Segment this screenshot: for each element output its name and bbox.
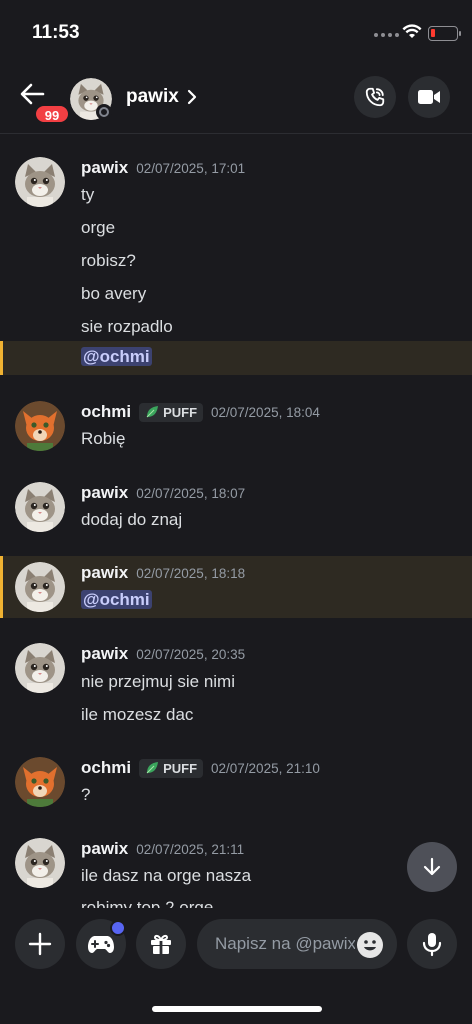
author-name[interactable]: ochmi [81, 758, 131, 778]
gift-icon [151, 934, 171, 954]
author-name[interactable]: pawix [81, 563, 128, 583]
jump-to-latest-button[interactable] [407, 842, 457, 892]
video-call-button[interactable] [408, 76, 450, 118]
kitten-avatar-icon [15, 838, 65, 888]
message-meta: pawix 02/07/2025, 18:18 [81, 563, 245, 583]
message-text[interactable]: ile mozesz dac [81, 705, 193, 725]
message-text[interactable]: dodaj do znaj [81, 510, 182, 530]
voice-call-button[interactable] [354, 76, 396, 118]
arrow-left-icon [20, 83, 45, 105]
message-text[interactable]: @ochmi [81, 347, 152, 367]
message-meta: pawix 02/07/2025, 17:01 [81, 158, 245, 178]
timestamp: 02/07/2025, 18:18 [136, 565, 246, 581]
message-input-placeholder: Napisz na @pawix [215, 934, 355, 953]
timestamp: 02/07/2025, 21:11 [136, 841, 245, 857]
gift-button[interactable] [136, 919, 186, 969]
message-meta: pawix 02/07/2025, 21:11 [81, 839, 244, 859]
leaf-icon [146, 762, 159, 774]
message-input[interactable]: Napisz na @pawix [197, 919, 397, 969]
offline-status-icon [96, 104, 112, 120]
wifi-icon [402, 24, 422, 38]
message-meta: pawix 02/07/2025, 20:35 [81, 644, 245, 664]
gamepad-icon [88, 936, 114, 953]
unread-badge: 99 [34, 104, 70, 124]
user-mention[interactable]: @ochmi [81, 347, 152, 366]
phone-call-icon [365, 87, 385, 107]
message-text[interactable]: ty [81, 185, 94, 205]
message-text[interactable]: ? [81, 785, 90, 805]
message-text[interactable]: robisz? [81, 251, 136, 271]
message-text[interactable]: nie przejmuj sie nimi [81, 672, 235, 692]
message-text[interactable]: bo avery [81, 284, 146, 304]
avatar[interactable] [15, 401, 65, 451]
author-name[interactable]: pawix [81, 839, 128, 859]
emoji-button[interactable] [357, 932, 383, 958]
chevron-right-icon [187, 89, 196, 105]
avatar[interactable] [15, 838, 65, 888]
author-name[interactable]: pawix [81, 483, 128, 503]
plus-icon [28, 932, 52, 956]
avatar[interactable] [15, 643, 65, 693]
message-text[interactable]: Robię [81, 429, 125, 449]
kitten-avatar-icon [15, 157, 65, 207]
message-list[interactable]: pawix 02/07/2025, 17:01 ty orge robisz? … [0, 134, 472, 908]
user-mention[interactable]: @ochmi [81, 590, 152, 609]
message-text[interactable]: robimy top 2 orge [81, 898, 213, 908]
battery-icon [428, 26, 461, 41]
kitten-avatar-icon [15, 482, 65, 532]
message-text[interactable]: @ochmi [81, 590, 152, 610]
composer-bar: Napisz na @pawix [0, 908, 472, 1024]
timestamp: 02/07/2025, 21:10 [211, 760, 320, 776]
avatar[interactable] [15, 562, 65, 612]
author-name[interactable]: pawix [81, 644, 128, 664]
avatar[interactable] [15, 482, 65, 532]
author-name[interactable]: pawix [81, 158, 128, 178]
kitten-avatar-icon [15, 643, 65, 693]
video-camera-icon [418, 90, 440, 104]
kitten-avatar-icon [15, 562, 65, 612]
channel-title-text: pawix [126, 86, 179, 107]
arrow-down-icon [423, 857, 441, 876]
timestamp: 02/07/2025, 20:35 [136, 646, 246, 662]
message-meta: ochmi PUFF 02/07/2025, 21:10 [81, 758, 320, 778]
fox-avatar-icon [15, 757, 65, 807]
mention-highlight [0, 341, 472, 375]
signal-icon [374, 33, 399, 37]
timestamp: 02/07/2025, 17:01 [136, 160, 246, 176]
microphone-icon [422, 933, 442, 957]
status-bar: 11:53 [0, 0, 472, 70]
server-tag[interactable]: PUFF [139, 758, 204, 778]
message-text[interactable]: sie rozpadlo [81, 317, 173, 337]
author-name[interactable]: ochmi [81, 402, 131, 422]
voice-message-button[interactable] [407, 919, 457, 969]
timestamp: 02/07/2025, 18:07 [136, 485, 246, 501]
chat-header: pawix [0, 70, 472, 134]
server-tag-label: PUFF [163, 404, 198, 420]
server-tag[interactable]: PUFF [139, 402, 204, 422]
notification-dot [110, 920, 126, 936]
server-tag-label: PUFF [163, 760, 198, 776]
avatar[interactable] [15, 757, 65, 807]
leaf-icon [146, 406, 159, 418]
message-text[interactable]: ile dasz na orge nasza [81, 866, 251, 886]
fox-avatar-icon [15, 401, 65, 451]
message-text[interactable]: orge [81, 218, 115, 238]
timestamp: 02/07/2025, 18:04 [211, 404, 320, 420]
home-indicator [152, 1006, 322, 1012]
smiley-icon [364, 940, 376, 951]
message-meta: ochmi PUFF 02/07/2025, 18:04 [81, 402, 320, 422]
avatar[interactable] [15, 157, 65, 207]
message-meta: pawix 02/07/2025, 18:07 [81, 483, 245, 503]
status-time: 11:53 [32, 22, 80, 43]
add-attachment-button[interactable] [15, 919, 65, 969]
channel-title[interactable]: pawix [126, 86, 199, 108]
